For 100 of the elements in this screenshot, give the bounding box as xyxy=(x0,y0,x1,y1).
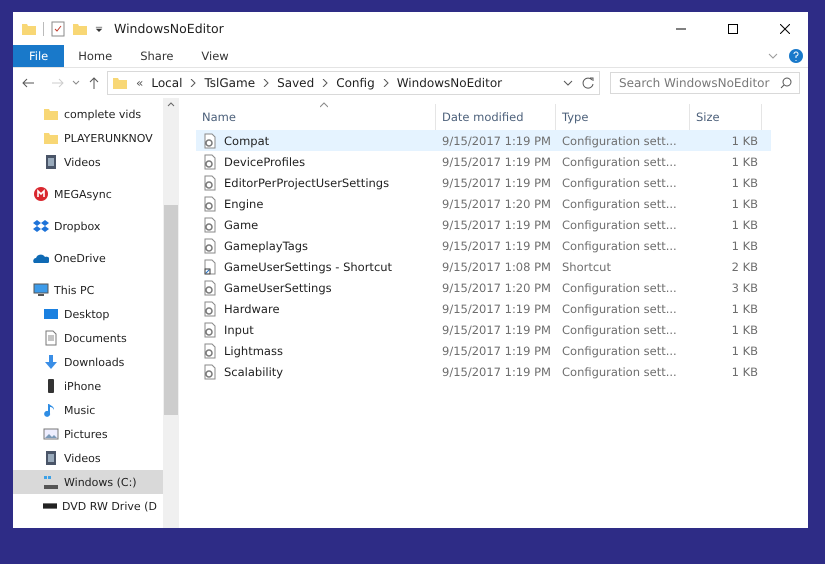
sidebar-item[interactable]: DVD RW Drive (D xyxy=(13,494,163,518)
folder-icon xyxy=(43,130,59,146)
file-row[interactable]: Compat 9/15/2017 1:19 PM Configuration sett... 1 KB xyxy=(196,130,771,151)
scrollbar[interactable] xyxy=(163,98,179,528)
sidebar-item[interactable]: PLAYERUNKNOV xyxy=(13,126,163,150)
folder-icon xyxy=(112,75,128,91)
ribbon-tab[interactable]: View xyxy=(187,45,243,67)
file-row[interactable]: Lightmass 9/15/2017 1:19 PM Configuration sett... 1 KB xyxy=(196,340,771,361)
chevron-icon xyxy=(263,79,270,87)
sidebar-item[interactable]: Pictures xyxy=(13,422,163,446)
ribbon-tab[interactable]: File xyxy=(13,45,64,67)
sidebar-item[interactable]: This PC xyxy=(13,278,163,302)
date-cell-text: 9/15/2017 1:19 PM xyxy=(441,154,552,168)
sidebar-item[interactable]: complete vids xyxy=(13,102,163,126)
file-name: Game xyxy=(224,218,258,232)
breadcrumb[interactable]: TslGame xyxy=(204,76,256,90)
mega-icon xyxy=(33,186,49,202)
size-cell-text: 1 KB xyxy=(730,344,759,358)
sidebar-item[interactable]: Desktop xyxy=(13,302,163,326)
type-cell-text: Shortcut xyxy=(561,260,612,274)
type-cell-text: Configuration sett... xyxy=(561,134,678,148)
sidebar-item[interactable]: Documents xyxy=(13,326,163,350)
type-cell-text: Configuration sett... xyxy=(561,196,678,210)
file-name: Compat xyxy=(224,134,270,148)
properties-icon xyxy=(50,20,66,36)
address-bar[interactable]: « Local TslGame Saved Config WindowsNoEditor xyxy=(107,71,600,95)
file-row[interactable]: EditorPerProjectUserSettings 9/15/2017 1:19 PM Configuration sett... 1 KB xyxy=(196,172,771,193)
chevron-icon xyxy=(190,79,196,87)
file-row[interactable]: GameplayTags 9/15/2017 1:19 PM Configuration sett... 1 KB xyxy=(196,235,771,256)
breadcrumb[interactable]: Config xyxy=(336,76,375,90)
settings-file-icon xyxy=(202,300,218,316)
date-cell-text: 9/15/2017 1:08 PM xyxy=(441,260,552,274)
ribbon-tab[interactable]: Share xyxy=(126,45,188,67)
search-field[interactable]: Search WindowsNoEditor xyxy=(610,72,800,94)
desktop-icon xyxy=(43,306,59,322)
size-cell-text: 1 KB xyxy=(730,364,759,378)
file-name: Input xyxy=(224,322,254,336)
file-name: EditorPerProjectUserSettings xyxy=(224,176,390,190)
sidebar-item[interactable]: Windows (C:) xyxy=(13,470,163,494)
pictures-icon xyxy=(43,426,59,442)
type-cell-text: Configuration sett... xyxy=(561,322,678,336)
type-cell-text: Configuration sett... xyxy=(561,176,678,190)
settings-file-icon xyxy=(202,322,218,338)
file-name: Engine xyxy=(224,196,264,210)
ribbon-tab[interactable]: Home xyxy=(64,45,126,67)
sidebar-item[interactable]: Downloads xyxy=(13,350,163,374)
type-cell-text: Configuration sett... xyxy=(561,344,678,358)
date-cell-text: 9/15/2017 1:19 PM xyxy=(441,238,552,252)
sidebar-item[interactable]: MEGAsync xyxy=(13,182,163,206)
file-row[interactable]: Scalability 9/15/2017 1:19 PM Configuration sett... 1 KB xyxy=(196,361,771,382)
sidebar-item[interactable]: Dropbox xyxy=(13,214,163,238)
size-cell-text: 1 KB xyxy=(730,176,759,190)
size-cell-text: 1 KB xyxy=(730,154,759,168)
dropbox-icon xyxy=(33,218,49,234)
date-cell-text: 9/15/2017 1:19 PM xyxy=(441,364,552,378)
file-name: GameUserSettings - Shortcut xyxy=(224,260,392,274)
file-row[interactable]: Hardware 9/15/2017 1:19 PM Configuration sett... 1 KB xyxy=(196,298,771,319)
document-icon xyxy=(43,330,59,346)
chevron-icon xyxy=(322,79,328,87)
file-row[interactable]: GameUserSettings 9/15/2017 1:20 PM Configuration sett... 3 KB xyxy=(196,277,771,298)
file-row[interactable]: Engine 9/15/2017 1:20 PM Configuration sett... 1 KB xyxy=(196,193,771,214)
settings-file-icon xyxy=(202,238,218,254)
sidebar-item[interactable]: Music xyxy=(13,398,163,422)
size-cell-text: 3 KB xyxy=(730,280,759,294)
type-cell-text: Configuration sett... xyxy=(561,280,678,294)
refresh-icon[interactable] xyxy=(581,76,595,90)
file-name: Scalability xyxy=(224,364,284,378)
up-icon[interactable] xyxy=(87,76,101,90)
breadcrumb[interactable]: Saved xyxy=(277,76,314,90)
sidebar-item[interactable]: Videos xyxy=(13,446,163,470)
settings-file-icon xyxy=(202,174,218,190)
breadcrumb[interactable]: Local xyxy=(151,76,182,90)
sidebar-item[interactable]: iPhone xyxy=(13,374,163,398)
settings-file-icon xyxy=(202,280,218,296)
chevron-icon[interactable] xyxy=(563,79,573,87)
sidebar-item[interactable]: Videos xyxy=(13,150,163,174)
breadcrumb[interactable]: WindowsNoEditor xyxy=(396,76,502,90)
type-cell-text: Configuration sett... xyxy=(561,238,678,252)
settings-file-icon xyxy=(202,216,218,232)
file-name: Lightmass xyxy=(224,344,283,358)
file-row[interactable]: Game 9/15/2017 1:19 PM Configuration sett... 1 KB xyxy=(196,214,771,235)
back-icon[interactable] xyxy=(21,76,35,90)
overflow-text: « xyxy=(136,76,144,90)
file-name: Hardware xyxy=(224,302,280,316)
size-cell-text: 1 KB xyxy=(730,218,759,232)
scroll-thumb[interactable] xyxy=(164,205,178,415)
file-row[interactable]: Input 9/15/2017 1:19 PM Configuration sett... 1 KB xyxy=(196,319,771,340)
type-cell-text: Configuration sett... xyxy=(561,218,678,232)
file-row[interactable]: GameUserSettings - Shortcut 9/15/2017 1:08 PM Shortcut 2 KB xyxy=(196,256,771,277)
date-cell-text: 9/15/2017 1:19 PM xyxy=(441,134,552,148)
drive-icon xyxy=(43,474,59,490)
sidebar-item[interactable]: OneDrive xyxy=(13,246,163,270)
size-cell-text: 1 KB xyxy=(730,322,759,336)
file-row[interactable]: DeviceProfiles 9/15/2017 1:19 PM Configuration sett... 1 KB xyxy=(196,151,771,172)
date-cell-text: 9/15/2017 1:19 PM xyxy=(441,176,552,190)
date-cell-text: 9/15/2017 1:19 PM xyxy=(441,218,552,232)
settings-file-icon xyxy=(202,154,218,170)
date-cell-text: 9/15/2017 1:20 PM xyxy=(441,196,552,210)
file-name: DeviceProfiles xyxy=(224,154,306,168)
type-cell-text: Configuration sett... xyxy=(561,364,678,378)
